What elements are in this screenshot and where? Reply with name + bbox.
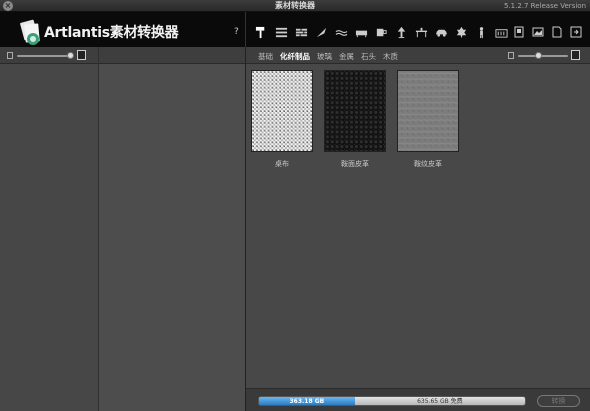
header-divider [245, 12, 246, 47]
small-thumb-icon [508, 52, 514, 59]
material-tabs: 基础 化纤制品 玻璃 金属 石头 木质 [258, 51, 398, 62]
water-icon[interactable] [334, 25, 348, 39]
slider-track [518, 55, 568, 57]
tab-stone[interactable]: 石头 [361, 51, 376, 62]
slider-knob[interactable] [67, 52, 74, 59]
disk-free-label: 635.65 GB 免费 [417, 398, 463, 405]
app-name: Artlantis素材转换器 [44, 25, 179, 41]
wall-icon[interactable] [274, 25, 288, 39]
app-header: Artlantis素材转换器 ? [0, 12, 590, 47]
status-footer: 363.18 GB 635.65 GB 免费 转换 [246, 388, 590, 411]
leaf-icon[interactable] [454, 25, 468, 39]
version-label: 5.1.2.7 Release Version [503, 2, 586, 10]
material-caption: 桌布 [275, 160, 289, 168]
large-thumb-icon [77, 50, 86, 60]
material-caption: 鞍纹皮革 [414, 160, 442, 168]
convert-button[interactable]: 转换 [537, 395, 580, 407]
page-view-icon[interactable] [550, 25, 563, 39]
folder-panel[interactable] [0, 64, 98, 411]
tab-glass[interactable]: 玻璃 [317, 51, 332, 62]
material-caption: 鞍面皮革 [341, 160, 369, 168]
lamp-icon[interactable] [394, 25, 408, 39]
tab-wood[interactable]: 木质 [383, 51, 398, 62]
person-icon[interactable] [474, 25, 488, 39]
material-thumbnail[interactable]: 桌布 [251, 70, 313, 169]
material-thumbnail[interactable]: 鞍面皮革 [324, 70, 386, 169]
tab-basic[interactable]: 基础 [258, 51, 273, 62]
single-view-icon[interactable] [512, 25, 525, 39]
material-grid: 桌布 鞍面皮革 鞍纹皮革 [246, 64, 590, 388]
image-view-icon[interactable] [531, 25, 544, 39]
content-size-slider[interactable] [508, 50, 582, 60]
trowel-icon[interactable] [314, 25, 328, 39]
black-leather-swatch [324, 70, 386, 152]
small-thumb-icon [7, 52, 13, 59]
left-size-slider[interactable] [7, 50, 86, 60]
cup-icon[interactable] [374, 25, 388, 39]
help-button[interactable]: ? [234, 27, 239, 37]
woven-fabric-swatch [251, 70, 313, 152]
disk-used-label: 363.18 GB [289, 398, 325, 405]
disk-usage-bar: 363.18 GB 635.65 GB 免费 [258, 396, 526, 406]
tab-metal[interactable]: 金属 [339, 51, 354, 62]
building-icon[interactable] [494, 25, 508, 39]
tab-synthetic[interactable]: 化纤制品 [280, 51, 310, 62]
sofa-icon[interactable] [354, 25, 368, 39]
title-bar: × 素材转换器 5.1.2.7 Release Version [0, 0, 590, 12]
brick-icon[interactable] [294, 25, 308, 39]
car-icon[interactable] [434, 25, 448, 39]
slider-knob[interactable] [535, 52, 542, 59]
category-toolbar [254, 25, 508, 39]
file-list-panel[interactable] [99, 64, 245, 411]
window-title: 素材转换器 [275, 1, 315, 10]
export-icon[interactable] [569, 25, 582, 39]
material-thumbnail[interactable]: 鞍纹皮革 [397, 70, 459, 169]
paint-roller-icon[interactable] [254, 25, 268, 39]
table-icon[interactable] [414, 25, 428, 39]
slider-track [17, 55, 69, 57]
left-subbar [0, 47, 245, 64]
app-logo-icon [20, 19, 40, 45]
view-toolbar [512, 25, 582, 39]
large-thumb-icon [571, 50, 580, 60]
grey-leather-swatch [397, 70, 459, 152]
